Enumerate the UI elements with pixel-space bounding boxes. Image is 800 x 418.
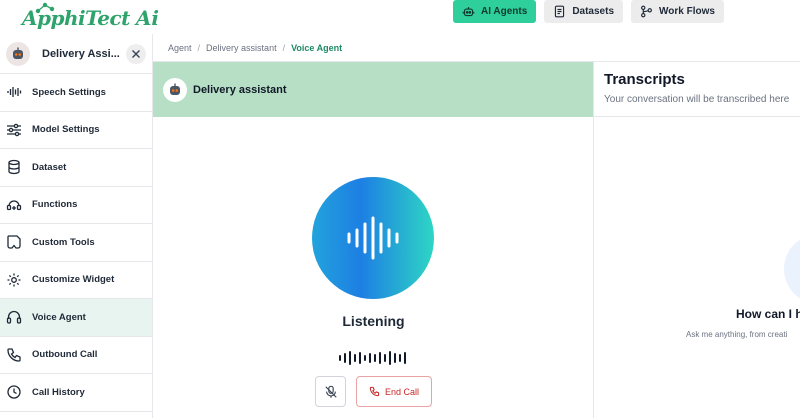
nav-ai-agents-label: AI Agents [481, 6, 528, 17]
nav-work-flows[interactable]: Work Flows [631, 0, 724, 23]
breadcrumb: Agent / Delivery assistant / Voice Agent [153, 34, 800, 62]
logo-mark-icon [35, 2, 55, 14]
assistant-illustration [784, 234, 800, 304]
app-logo[interactable]: ApphiTect Ai [22, 2, 159, 30]
breadcrumb-item-delivery-assistant[interactable]: Delivery assistant [206, 43, 277, 53]
close-icon [132, 50, 140, 58]
close-sidebar-button[interactable] [126, 44, 146, 64]
sidebar-item-voice-agent[interactable]: Voice Agent [0, 299, 152, 337]
agent-avatar [6, 41, 30, 66]
database-icon [5, 158, 23, 176]
voice-orb [312, 177, 434, 299]
nav-datasets[interactable]: Datasets [544, 0, 624, 23]
sidebar-item-label: Model Settings [32, 124, 100, 136]
robot-icon [462, 7, 475, 17]
sidebar-item-outbound-call[interactable]: Outbound Call [0, 337, 152, 374]
nav-ai-agents[interactable]: AI Agents [453, 0, 537, 23]
call-controls: End Call [315, 376, 432, 407]
robot-avatar-icon [170, 83, 180, 95]
sidebar-item-functions[interactable]: Functions [0, 187, 152, 224]
sidebar-item-call-history[interactable]: Call History [0, 374, 152, 412]
phone-icon [5, 346, 23, 364]
nav-work-flows-label: Work Flows [659, 6, 715, 17]
breadcrumb-separator: / [197, 42, 201, 53]
logo-suffix: Ai [135, 6, 159, 30]
transcripts-panel: Transcripts Your conversation will be tr… [594, 62, 800, 418]
headphones-icon [5, 308, 23, 326]
workflow-icon [641, 5, 652, 18]
document-icon [555, 5, 565, 18]
end-call-button[interactable]: End Call [356, 376, 432, 407]
sidebar-item-speech-settings[interactable]: Speech Settings [0, 74, 152, 112]
waveform-icon [5, 83, 23, 101]
mute-button[interactable] [315, 376, 346, 407]
gear-icon [5, 271, 23, 289]
sidebar-title: Delivery Assi... [42, 47, 120, 60]
sidebar-item-label: Speech Settings [32, 86, 106, 98]
robot-avatar-icon [13, 47, 23, 59]
sidebar-item-label: Outbound Call [32, 349, 98, 361]
sidebar-header: Delivery Assi... [0, 34, 152, 74]
transcripts-subtitle: Your conversation will be transcribed he… [604, 94, 790, 105]
breadcrumb-item-agent[interactable]: Agent [168, 43, 192, 53]
end-call-label: End Call [384, 386, 420, 397]
sidebar: Delivery Assi... Speech Settings Model S… [0, 34, 153, 418]
breadcrumb-separator: / [282, 42, 286, 53]
mic-off-icon [324, 385, 337, 398]
nav-datasets-label: Datasets [572, 6, 615, 17]
empty-state-hint: Ask me anything, from creati [686, 330, 788, 339]
call-status: Listening [342, 313, 405, 329]
functions-icon [5, 196, 23, 214]
transcripts-title: Transcripts [604, 71, 685, 88]
agent-avatar [163, 77, 187, 102]
sliders-icon [5, 121, 23, 139]
top-nav: AI Agents Datasets Work Flows [453, 0, 724, 23]
call-agent-name: Delivery assistant [193, 83, 287, 96]
sidebar-item-label: Dataset [32, 161, 67, 173]
history-icon [5, 383, 23, 401]
sidebar-item-label: Voice Agent [32, 311, 86, 323]
sidebar-item-dataset[interactable]: Dataset [0, 149, 152, 187]
sidebar-item-model-settings[interactable]: Model Settings [0, 112, 152, 149]
sidebar-item-label: Custom Tools [32, 236, 95, 248]
empty-state-prompt: How can I h [736, 307, 800, 321]
sidebar-item-label: Functions [32, 199, 78, 211]
sidebar-item-custom-tools[interactable]: Custom Tools [0, 224, 152, 262]
top-bar: ApphiTect Ai AI Agents Datasets Work Flo… [0, 0, 800, 34]
transcripts-header: Transcripts Your conversation will be tr… [594, 62, 800, 117]
sidebar-item-label: Customize Widget [32, 274, 115, 286]
sidebar-item-label: Call History [32, 386, 85, 398]
voice-call-panel: Delivery assistant Listening End Call [153, 62, 594, 418]
sidebar-item-customize-widget[interactable]: Customize Widget [0, 262, 152, 299]
voice-wave-icon [347, 216, 399, 260]
call-header: Delivery assistant [153, 62, 593, 117]
breadcrumb-item-voice-agent: Voice Agent [291, 42, 343, 53]
custom-tools-icon [5, 233, 23, 251]
phone-icon [369, 386, 380, 397]
audio-level-icon [339, 351, 406, 365]
